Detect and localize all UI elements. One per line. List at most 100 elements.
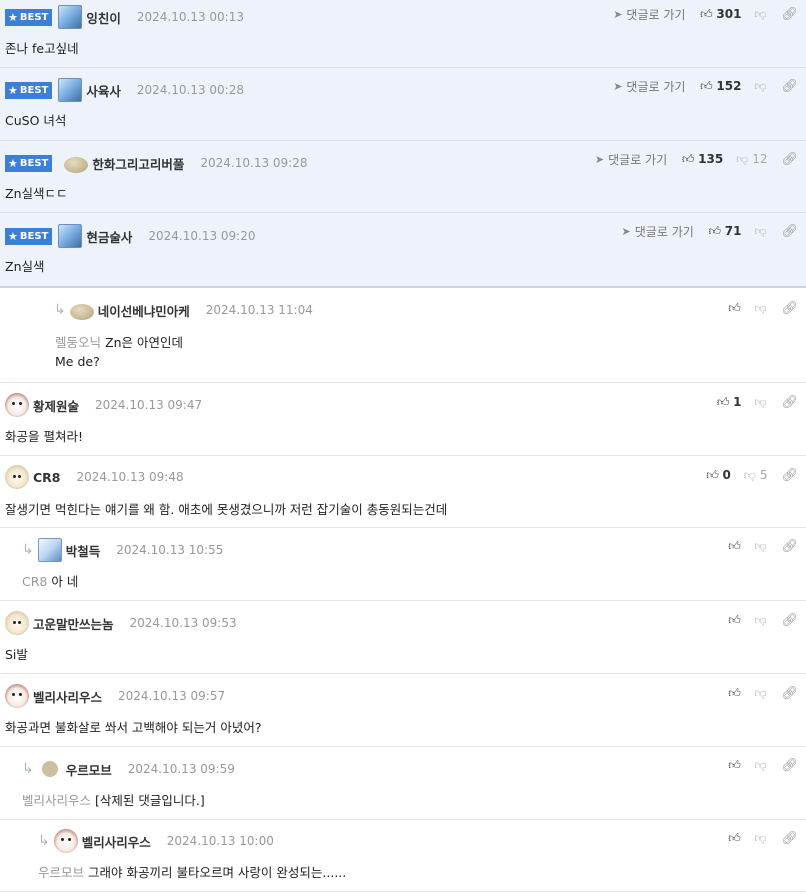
avatar[interactable] — [5, 684, 29, 708]
comment-best-2: ★ BEST 사육사 2024.10.13 00:28 ➤ 댓글로 가기 👍︎ 152… — [0, 68, 806, 141]
link-icon[interactable]: 🔗︎ — [781, 79, 798, 94]
comment-actions: 👍︎ 👎︎ 🔗︎ — [727, 683, 798, 703]
comment-text: CR8 아 네 — [22, 574, 79, 589]
comment-text: 화공을 펼쳐라! — [5, 429, 83, 444]
comment-author[interactable]: CR8 — [33, 470, 61, 485]
comment-text: Si발 — [5, 647, 28, 662]
thumbs-down-icon[interactable]: 👎︎ — [753, 686, 767, 701]
comment-text: Zn실색 — [5, 259, 45, 274]
reply-arrow-icon: ↳ — [22, 542, 34, 558]
best-badge: ★ BEST — [5, 227, 53, 245]
comment: 벨리사리우스 2024.10.13 09:57 👍︎ 👎︎ 🔗︎ 화공과면 불화… — [0, 674, 806, 747]
avatar[interactable] — [37, 538, 62, 562]
comment-date: 2024.10.13 09:53 — [129, 616, 237, 630]
link-icon[interactable]: 🔗︎ — [781, 686, 798, 701]
downvote-count: 12 — [752, 152, 768, 166]
comment-actions: ➤ 댓글로 가기 👍︎ 301 👎︎ 🔗︎ — [613, 4, 798, 24]
avatar[interactable] — [69, 304, 94, 320]
comment-author[interactable]: 네이선베냐민아케 — [98, 301, 190, 320]
send-arrow-icon: ➤ — [613, 79, 623, 93]
comment-author[interactable]: 사육사 — [86, 81, 121, 100]
avatar[interactable] — [58, 78, 83, 102]
thumbs-up-icon[interactable]: 👍︎ — [708, 224, 722, 239]
link-icon[interactable]: 🔗︎ — [781, 224, 798, 239]
comment-author[interactable]: 박철득 — [66, 541, 101, 560]
thumbs-down-icon[interactable]: 👎︎ — [753, 224, 767, 239]
mention-tag[interactable]: 벨리사리우스 — [22, 793, 91, 808]
comment-text: 우르모브 그래야 화공끼리 불타오르며 사랑이 완성되는...... — [38, 865, 347, 880]
comment-author[interactable]: 현금술사 — [86, 227, 132, 246]
avatar[interactable] — [58, 5, 83, 29]
comment-actions: ➤ 댓글로 가기 👍︎ 135 👎︎ 12 🔗︎ — [595, 149, 798, 169]
comment-date: 2024.10.13 09:59 — [127, 762, 235, 776]
best-badge: ★ BEST — [5, 8, 53, 26]
avatar[interactable] — [5, 611, 29, 635]
thumbs-down-icon[interactable]: 👎︎ — [753, 758, 767, 773]
comment-text: 화공과면 불화살로 쏴서 고백해야 되는거 아녔어? — [5, 720, 262, 735]
upvote-count: 0 — [722, 468, 731, 482]
comment-date: 2024.10.13 10:55 — [116, 543, 224, 557]
link-icon[interactable]: 🔗︎ — [781, 831, 798, 846]
thumbs-down-icon[interactable]: 👎︎ — [753, 613, 767, 628]
comment-author[interactable]: 벨리사리우스 — [82, 832, 151, 851]
link-icon[interactable]: 🔗︎ — [781, 7, 798, 22]
goto-comment-link[interactable]: ➤ 댓글로 가기 — [622, 223, 694, 240]
link-icon[interactable]: 🔗︎ — [781, 301, 798, 316]
thumbs-up-icon[interactable]: 👍︎ — [727, 301, 741, 316]
link-icon[interactable]: 🔗︎ — [781, 613, 798, 628]
comment-date: 2024.10.13 09:28 — [200, 156, 308, 170]
avatar[interactable] — [5, 465, 29, 489]
thumbs-down-icon[interactable]: 👎︎ — [743, 468, 757, 483]
link-icon[interactable]: 🔗︎ — [781, 468, 798, 483]
comment-date: 2024.10.13 00:28 — [136, 83, 244, 97]
avatar[interactable] — [58, 224, 83, 248]
thumbs-up-icon[interactable]: 👍︎ — [727, 613, 741, 628]
comment-text: Zn실색ㄷㄷ — [5, 186, 68, 201]
thumbs-up-icon[interactable]: 👍︎ — [727, 539, 741, 554]
link-icon[interactable]: 🔗︎ — [781, 395, 798, 410]
avatar[interactable] — [41, 761, 58, 777]
comment-author[interactable]: 고운말만쓰는놈 — [33, 614, 114, 633]
thumbs-down-icon[interactable]: 👎︎ — [753, 79, 767, 94]
link-icon[interactable]: 🔗︎ — [781, 539, 798, 554]
comment-author[interactable]: 우르모브 — [66, 760, 112, 779]
upvote-count: 1 — [733, 395, 742, 409]
comment-actions: ➤ 댓글로 가기 👍︎ 71 👎︎ 🔗︎ — [622, 221, 798, 241]
comment-author[interactable]: 한화그리고리버풀 — [92, 154, 184, 173]
comment-author[interactable]: 황제원술 — [33, 396, 79, 415]
comment-author[interactable]: 잉친이 — [86, 8, 121, 27]
comment-best-1: ★ BEST 잉친이 2024.10.13 00:13 ➤ 댓글로 가기 👍︎ 301… — [0, 0, 806, 68]
thumbs-down-icon[interactable]: 👎︎ — [753, 7, 767, 22]
thumbs-down-icon[interactable]: 👎︎ — [753, 539, 767, 554]
avatar[interactable] — [5, 393, 29, 417]
mention-tag[interactable]: 렐둥오닉 — [55, 335, 101, 350]
goto-comment-link[interactable]: ➤ 댓글로 가기 — [595, 151, 667, 168]
thumbs-down-icon[interactable]: 👎︎ — [753, 395, 767, 410]
thumbs-down-icon[interactable]: 👎︎ — [735, 152, 749, 167]
avatar[interactable] — [64, 157, 89, 173]
comment-author[interactable]: 벨리사리우스 — [33, 687, 102, 706]
goto-comment-link[interactable]: ➤ 댓글로 가기 — [613, 78, 685, 95]
star-icon: ★ — [8, 10, 18, 24]
goto-comment-link[interactable]: ➤ 댓글로 가기 — [613, 6, 685, 23]
thumbs-up-icon[interactable]: 👍︎ — [727, 686, 741, 701]
thumbs-up-icon[interactable]: 👍︎ — [699, 7, 713, 22]
thumbs-down-icon[interactable]: 👎︎ — [753, 301, 767, 316]
thumbs-up-icon[interactable]: 👍︎ — [681, 152, 695, 167]
mention-tag[interactable]: 우르모브 — [38, 865, 84, 880]
link-icon[interactable]: 🔗︎ — [781, 758, 798, 773]
thumbs-up-icon[interactable]: 👍︎ — [716, 395, 730, 410]
avatar[interactable] — [53, 829, 78, 853]
mention-tag[interactable]: CR8 — [22, 574, 47, 589]
comment-date: 2024.10.13 10:00 — [166, 834, 274, 848]
thumbs-up-icon[interactable]: 👍︎ — [705, 468, 719, 483]
comment-actions: ➤ 댓글로 가기 👍︎ 152 👎︎ 🔗︎ — [613, 76, 798, 96]
link-icon[interactable]: 🔗︎ — [781, 152, 798, 167]
star-icon: ★ — [8, 229, 18, 243]
thumbs-up-icon[interactable]: 👍︎ — [727, 831, 741, 846]
thumbs-up-icon[interactable]: 👍︎ — [699, 79, 713, 94]
upvote-count: 152 — [716, 79, 742, 93]
comment-date: 2024.10.13 09:20 — [148, 229, 256, 243]
thumbs-up-icon[interactable]: 👍︎ — [727, 758, 741, 773]
thumbs-down-icon[interactable]: 👎︎ — [753, 831, 767, 846]
